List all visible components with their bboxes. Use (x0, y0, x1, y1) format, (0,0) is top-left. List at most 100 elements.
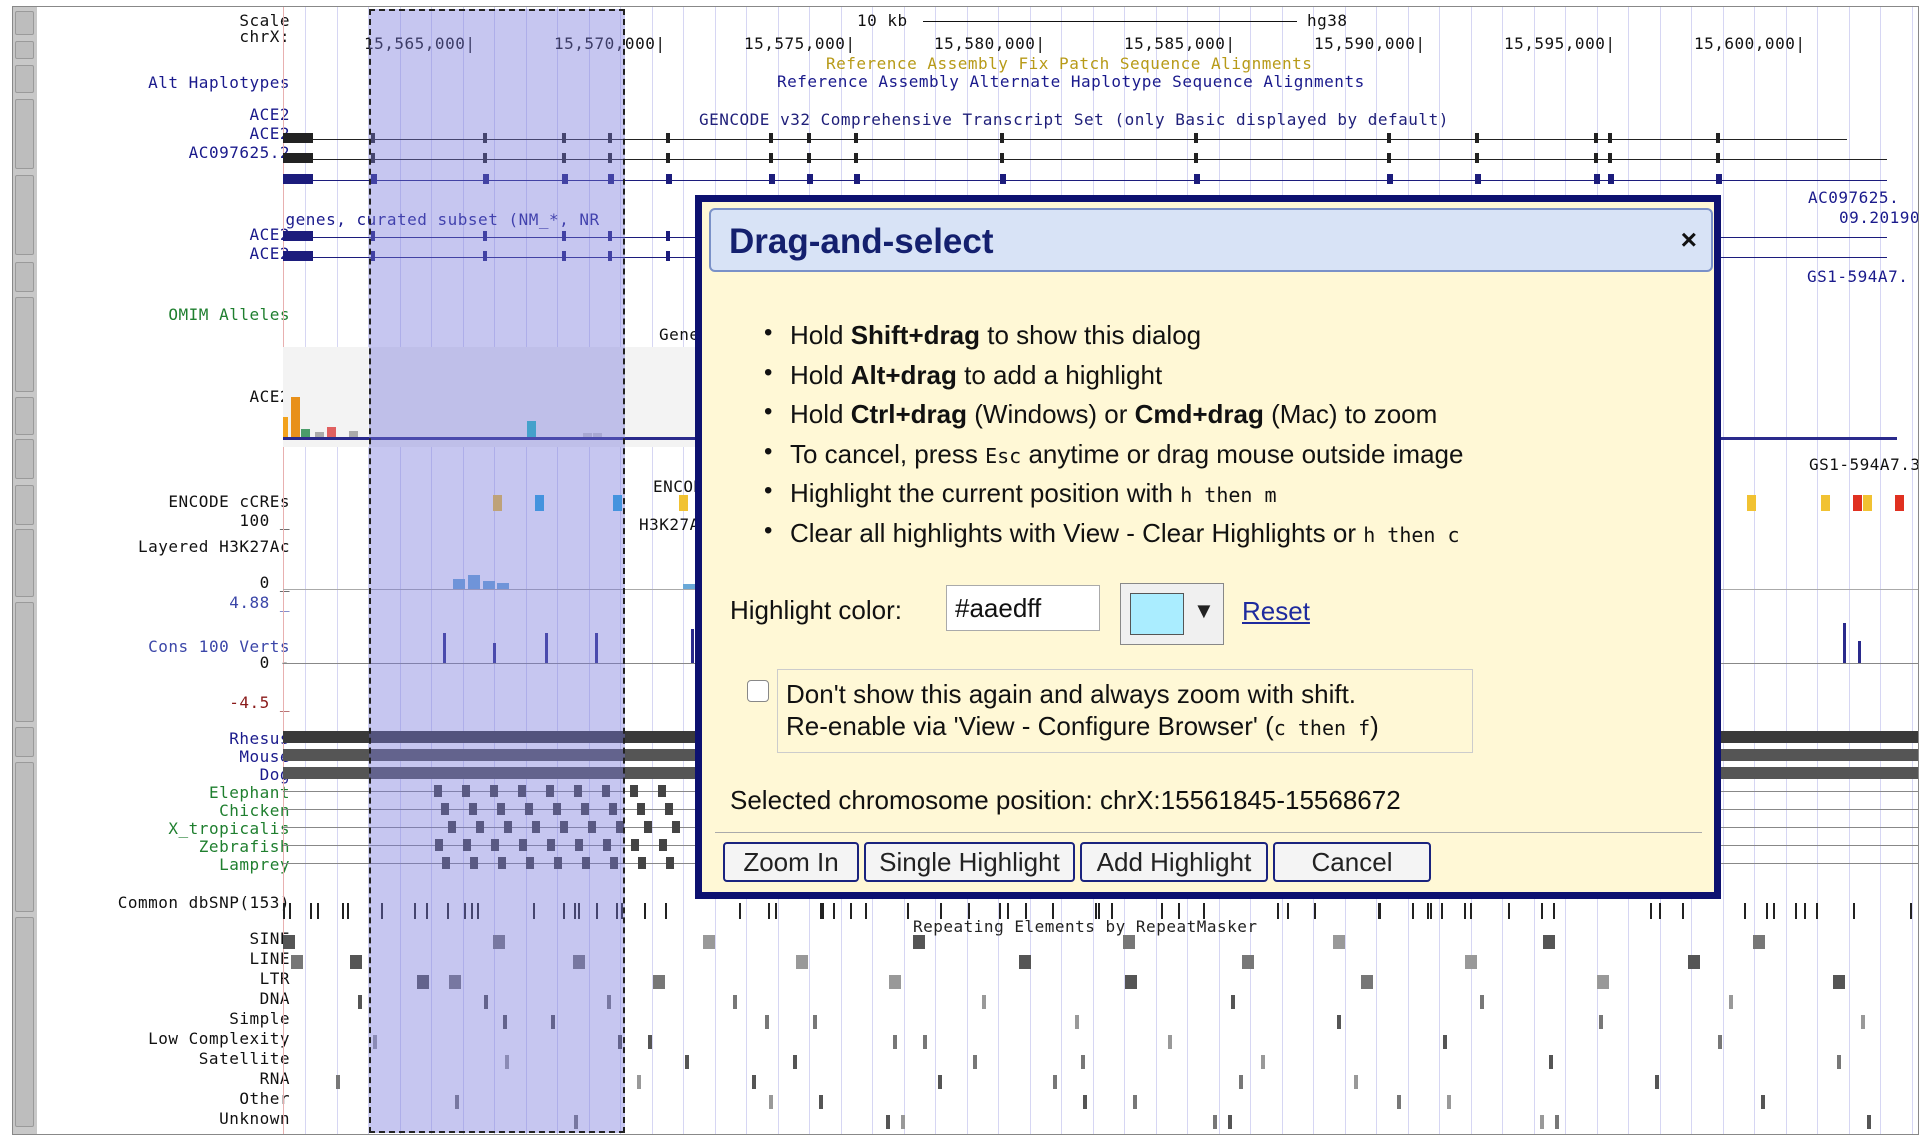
instruction-item: Hold Shift+drag to show this dialog (764, 319, 1463, 360)
species-block (630, 785, 638, 797)
exon (854, 133, 858, 143)
gtex-bar (315, 432, 324, 437)
track-config-button[interactable] (15, 529, 34, 597)
track-label-column: Scale chrX: Alt Haplotypes ACE2 ACE2 AC097625… (37, 7, 294, 1134)
exon (769, 174, 775, 184)
track-config-button[interactable] (15, 485, 34, 525)
track-config-button[interactable] (15, 41, 34, 59)
repeat-block (1549, 1055, 1553, 1069)
ccre-feature (1895, 495, 1904, 511)
repeat-block (889, 975, 901, 989)
reset-color-link[interactable]: Reset (1242, 596, 1310, 627)
exon (283, 133, 313, 143)
exon (1608, 153, 1612, 163)
repeat-block (685, 1055, 689, 1069)
dialog-button-bar: Zoom In Single Highlight Add Highlight C… (715, 832, 1702, 889)
track-config-button[interactable] (15, 262, 34, 292)
repeat-class-label: Satellite (198, 1049, 290, 1068)
repeat-block (1688, 955, 1700, 969)
species-label: X_tropicalis (168, 819, 290, 838)
track-config-button[interactable] (15, 439, 34, 479)
dont-show-line1: Don't show this again and always zoom wi… (786, 679, 1357, 709)
snp-mark (664, 903, 667, 919)
ccre-feature (1853, 495, 1862, 511)
snp-mark (1411, 903, 1414, 919)
track-config-button[interactable] (15, 917, 34, 1127)
exon (1387, 133, 1391, 143)
repeat-block (350, 955, 362, 969)
track-label-dbsnp: Common dbSNP(153) (117, 893, 290, 912)
cons-scale-top: 4.88 _ (229, 593, 290, 612)
snp-mark (1287, 903, 1290, 919)
repeat-block (1655, 1075, 1659, 1089)
snp-mark (1313, 903, 1316, 919)
repeat-block (283, 935, 295, 949)
cons-peak (1843, 623, 1846, 663)
exon (1594, 153, 1598, 163)
snp-mark (1681, 903, 1684, 919)
close-icon[interactable]: × (1681, 224, 1697, 256)
repeat-block (1753, 935, 1765, 949)
exon (666, 231, 670, 241)
exon (1000, 174, 1006, 184)
exon (1475, 133, 1479, 143)
track-config-button[interactable] (15, 99, 34, 169)
instruction-key: Alt+drag (850, 359, 957, 390)
instruction-text: (Windows) or (967, 399, 1135, 429)
highlight-color-input[interactable] (946, 585, 1100, 631)
repeat-block (1133, 1095, 1137, 1109)
cancel-button[interactable]: Cancel (1273, 842, 1431, 882)
dont-show-again-checkbox[interactable] (747, 680, 769, 702)
snp-mark (1507, 903, 1510, 919)
reenable-shortcut: c then f (1273, 716, 1371, 740)
exon (1475, 153, 1479, 163)
ruler-position: 15,590,000| (1314, 34, 1426, 53)
repeat-block (1213, 1115, 1217, 1129)
drag-selection-highlight[interactable] (369, 9, 625, 1133)
grid-line (1785, 7, 1787, 1134)
exon (1194, 153, 1198, 163)
repeat-class-label: Low Complexity (148, 1029, 290, 1048)
h3k27ac-peak (683, 584, 695, 589)
track-config-button[interactable] (15, 397, 34, 435)
track-title-repeatmasker: Repeating Elements by RepeatMasker (913, 917, 1258, 936)
repeat-block (752, 1075, 756, 1089)
instruction-item: Hold Alt+drag to add a highlight (764, 359, 1463, 400)
track-config-button[interactable] (15, 762, 34, 912)
species-block (672, 821, 680, 833)
track-config-button[interactable] (15, 297, 34, 392)
single-highlight-button[interactable]: Single Highlight (864, 842, 1075, 882)
repeat-block (1081, 1055, 1085, 1069)
track-config-button[interactable] (15, 65, 34, 93)
exon (769, 133, 773, 143)
exon (1000, 153, 1004, 163)
snp-mark (289, 903, 292, 919)
grid-line (1911, 7, 1913, 1134)
add-highlight-button[interactable]: Add Highlight (1080, 842, 1268, 882)
track-config-button[interactable] (15, 602, 34, 722)
track-config-button[interactable] (15, 727, 34, 757)
track-button-column (13, 7, 37, 1134)
instruction-key: Cmd+drag (1134, 399, 1264, 429)
instruction-shortcut: Esc (985, 443, 1022, 468)
grid-line (1817, 7, 1818, 1134)
snp-mark (1463, 903, 1466, 919)
gene-label-right: GS1-594A7. (1807, 267, 1909, 286)
track-config-button[interactable] (15, 11, 34, 35)
track-title-partial: Gene (659, 325, 700, 344)
snp-mark (1658, 903, 1661, 919)
track-label-h3k27ac: Layered H3K27Ac (138, 537, 290, 556)
cons-peak (1858, 641, 1861, 663)
dialog-titlebar[interactable]: Drag-and-select × (709, 208, 1713, 272)
instruction-text: to add a highlight (956, 359, 1163, 390)
track-title-gencode: GENCODE v32 Comprehensive Transcript Set… (699, 110, 1449, 129)
reenable-close-paren: ) (1370, 711, 1379, 741)
track-config-button[interactable] (15, 175, 34, 255)
repeat-block (1354, 1075, 1358, 1089)
ruler-position: 15,600,000| (1694, 34, 1806, 53)
instruction-item: To cancel, press Esc anytime or drag mou… (764, 438, 1463, 479)
snp-mark (346, 903, 349, 919)
instruction-text: Hold (790, 399, 851, 429)
color-picker-button[interactable]: ▼ (1120, 583, 1224, 645)
zoom-in-button[interactable]: Zoom In (723, 842, 859, 882)
